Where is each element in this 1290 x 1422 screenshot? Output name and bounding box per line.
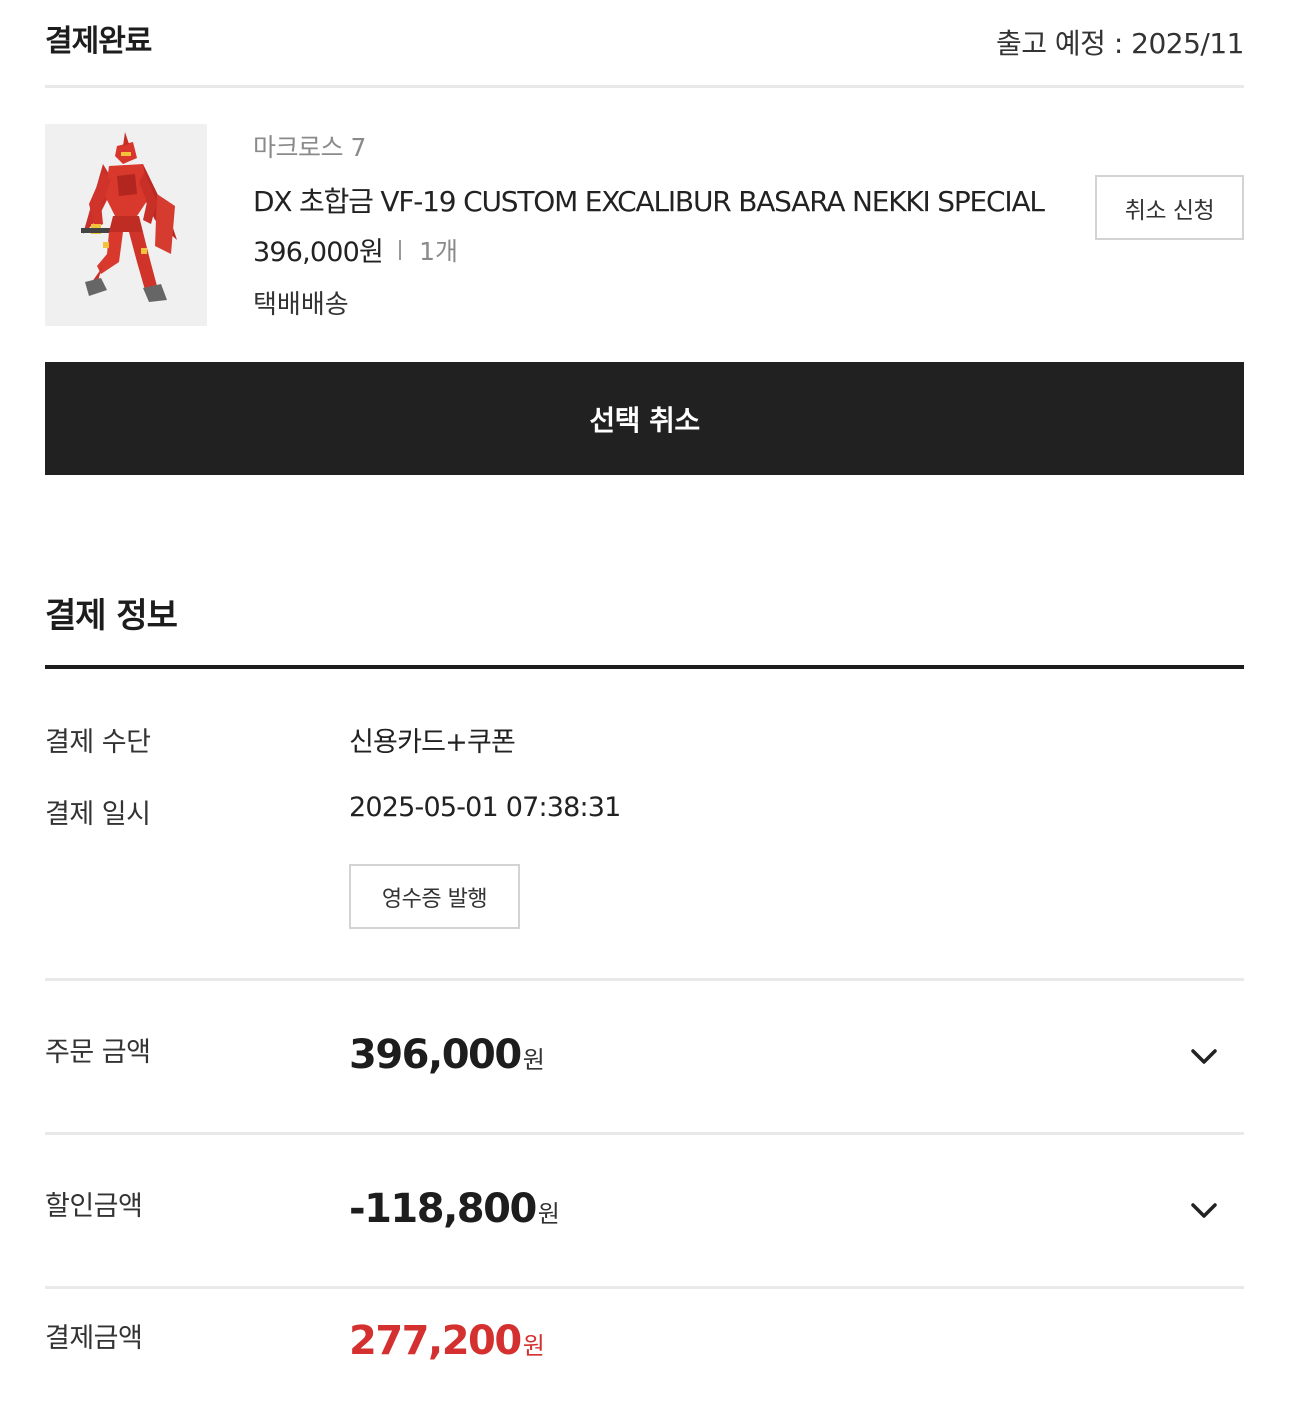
order-status: 결제완료 xyxy=(45,24,152,59)
total-amount-value: 277,200 xyxy=(349,1318,522,1364)
chevron-down-icon[interactable] xyxy=(1188,1195,1220,1227)
chevron-down-icon[interactable] xyxy=(1188,1041,1220,1073)
select-cancel-button[interactable]: 선택 취소 xyxy=(45,362,1244,475)
discount-value: -118,800 xyxy=(349,1186,537,1232)
product-name[interactable]: DX 초합금 VF-19 CUSTOM EXCALIBUR BASARA NEK… xyxy=(253,180,1045,220)
shipping-method: 택배배송 xyxy=(253,290,349,320)
divider xyxy=(45,1132,1244,1135)
product-quantity: 1개 xyxy=(419,236,458,266)
product-series: 마크로스 7 xyxy=(253,133,366,162)
divider xyxy=(45,1286,1244,1289)
section-divider xyxy=(45,665,1244,669)
payment-datetime-label: 결제 일시 xyxy=(45,799,151,830)
payment-method-label: 결제 수단 xyxy=(45,727,151,758)
product-price: 396,000원 xyxy=(253,237,384,268)
total-amount-label: 결제금액 xyxy=(45,1323,143,1354)
total-amount: 277,200 원 xyxy=(349,1318,545,1364)
discount-amount: -118,800 원 xyxy=(349,1186,560,1232)
price-qty-separator xyxy=(399,239,402,260)
order-amount: 396,000 원 xyxy=(349,1032,545,1078)
receipt-button[interactable]: 영수증 발행 xyxy=(349,864,520,929)
order-amount-value: 396,000 xyxy=(349,1032,522,1078)
discount-unit: 원 xyxy=(537,1200,560,1228)
payment-datetime-value: 2025-05-01 07:38:31 xyxy=(349,792,621,823)
total-amount-unit: 원 xyxy=(522,1332,545,1360)
discount-label: 할인금액 xyxy=(45,1191,143,1222)
product-item: 마크로스 7 DX 초합금 VF-19 CUSTOM EXCALIBUR BAS… xyxy=(45,124,1244,326)
payment-method-value: 신용카드+쿠폰 xyxy=(349,727,516,758)
cancel-request-button[interactable]: 취소 신청 xyxy=(1095,175,1244,240)
ship-date: 출고 예정 : 2025/11 xyxy=(996,27,1245,60)
divider xyxy=(45,978,1244,981)
order-amount-unit: 원 xyxy=(522,1046,545,1074)
product-image[interactable] xyxy=(45,124,207,326)
order-status-row: 결제완료 출고 예정 : 2025/11 xyxy=(45,0,1245,88)
order-amount-label: 주문 금액 xyxy=(45,1037,151,1068)
product-price-line: 396,000원 1개 xyxy=(253,230,458,269)
robot-figure-image xyxy=(75,132,177,302)
payment-info-title: 결제 정보 xyxy=(45,596,178,636)
